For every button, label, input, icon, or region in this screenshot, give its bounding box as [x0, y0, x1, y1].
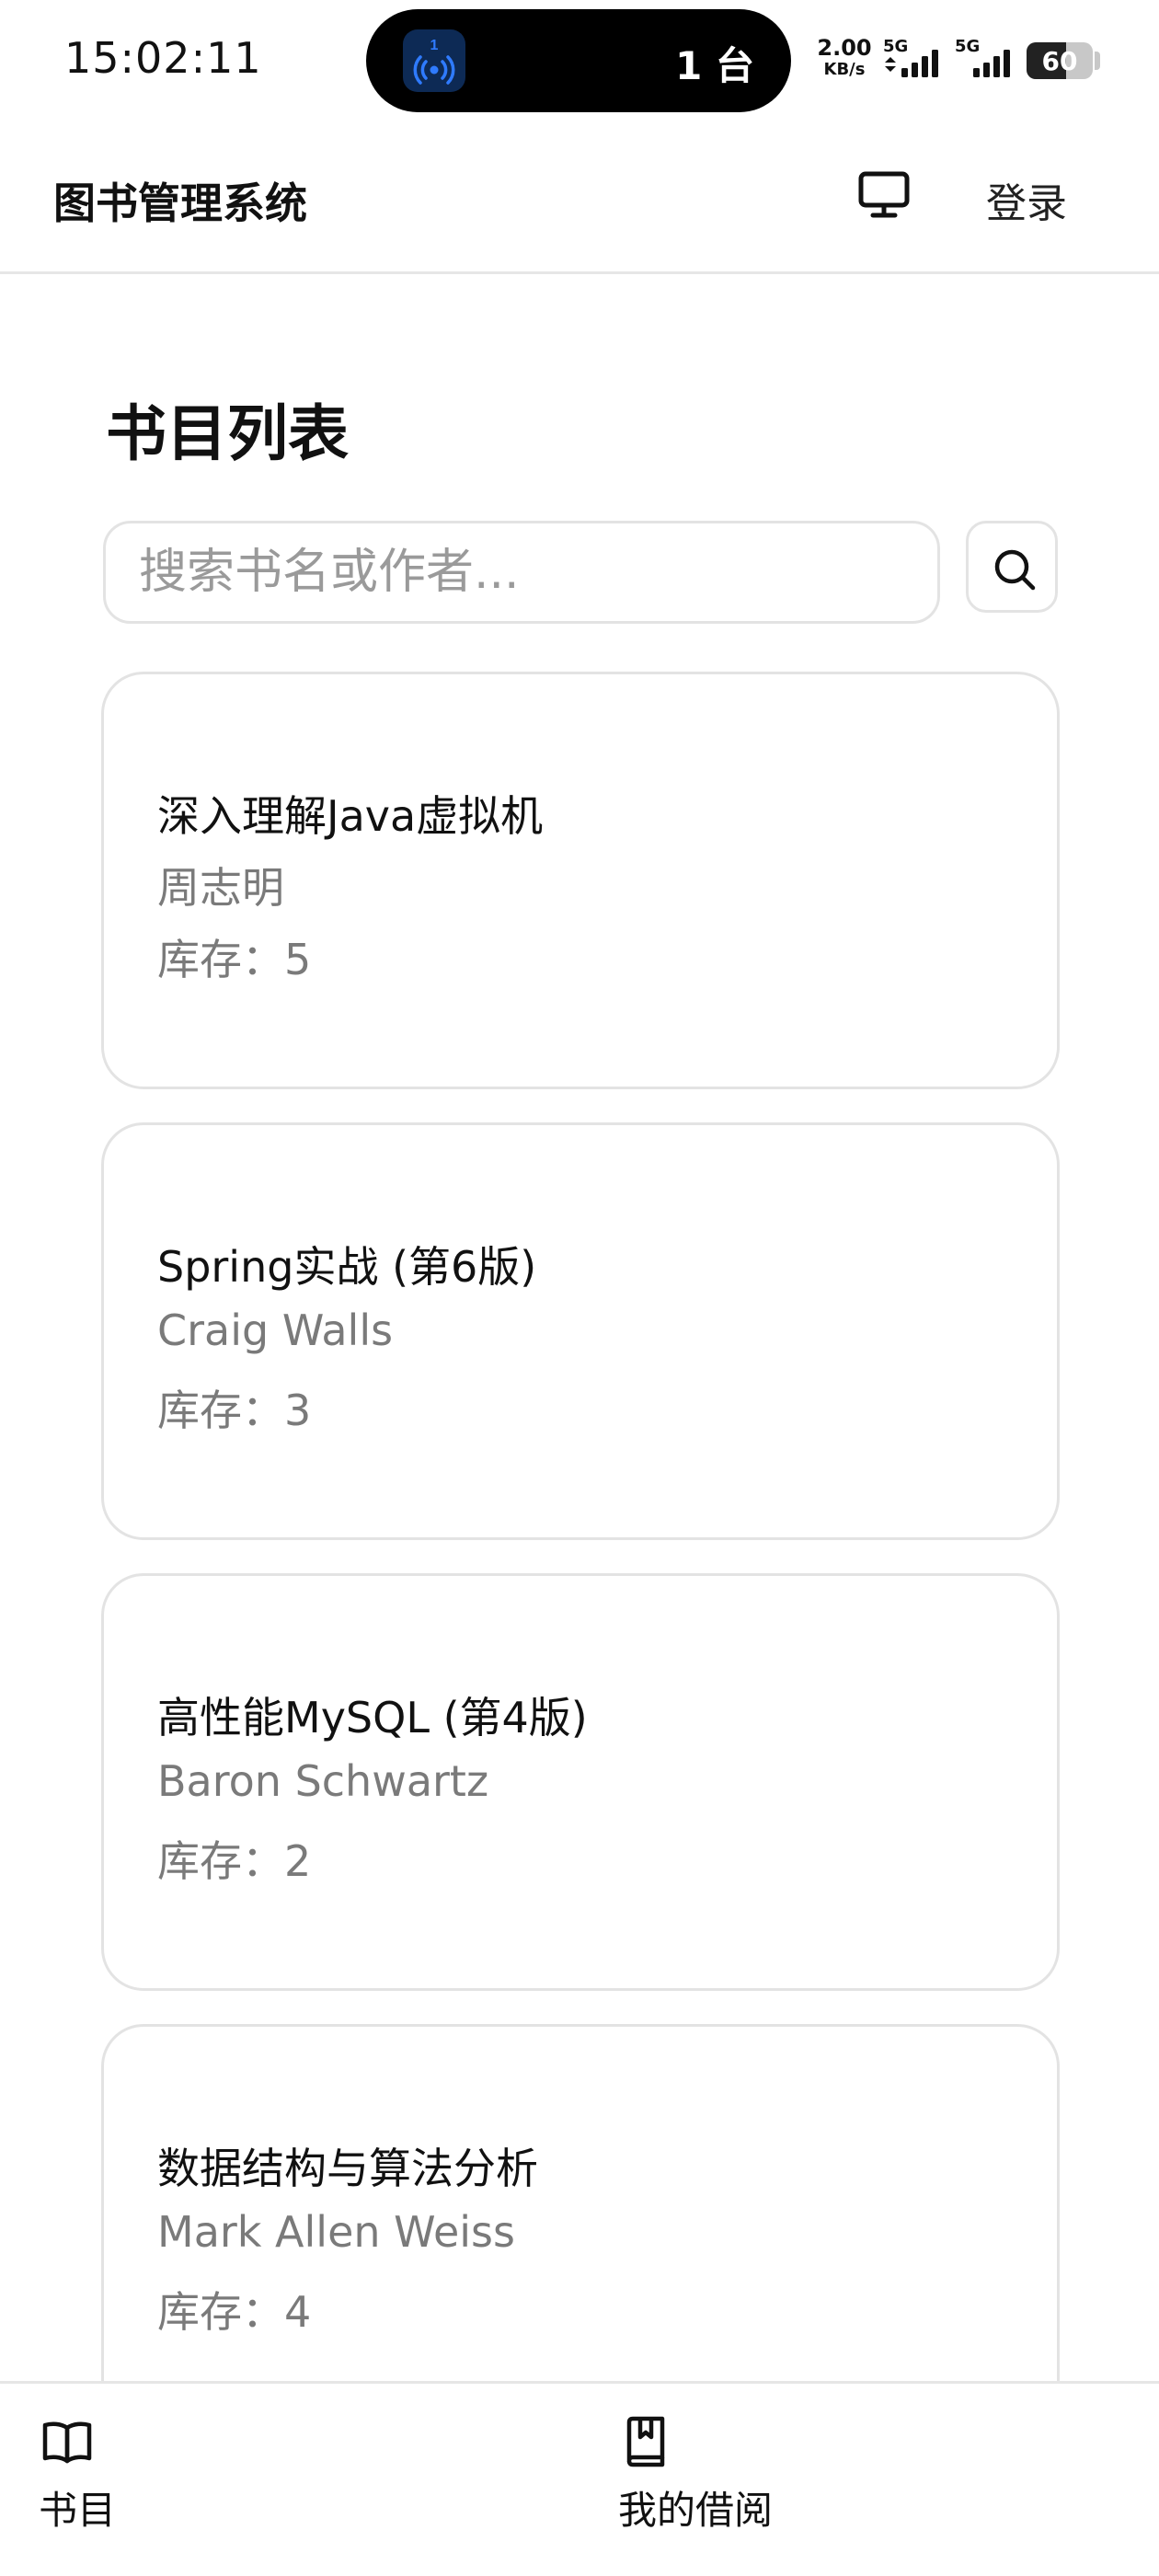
- page-title: 书目列表: [106, 398, 349, 469]
- signal-5g-1: 5G: [883, 37, 947, 85]
- book-card[interactable]: 高性能MySQL (第4版) Baron Schwartz 库存：2: [101, 1573, 1060, 1991]
- dynamic-island[interactable]: 1 1 台: [366, 9, 791, 112]
- book-stock: 库存：4: [157, 2287, 312, 2337]
- status-time: 15:02:11: [64, 33, 262, 83]
- signal-1-label: 5G: [883, 37, 909, 56]
- nav-my-borrows-label: 我的借阅: [618, 2488, 774, 2533]
- app-title: 图书管理系统: [53, 178, 307, 228]
- book-title: Spring实战 (第6版): [157, 1242, 537, 1292]
- nav-books-label: 书目: [39, 2488, 117, 2533]
- book-card[interactable]: Spring实战 (第6版) Craig Walls 库存：3: [101, 1122, 1060, 1540]
- battery-level: 60: [1041, 46, 1078, 76]
- book-stock: 库存：2: [157, 1836, 312, 1886]
- login-button[interactable]: 登录: [986, 170, 1067, 229]
- book-card[interactable]: 数据结构与算法分析 Mark Allen Weiss 库存：4: [101, 2024, 1060, 2383]
- island-app-badge: 1: [430, 38, 439, 53]
- book-title: 高性能MySQL (第4版): [157, 1693, 588, 1742]
- monitor-icon[interactable]: [852, 161, 916, 225]
- book-card[interactable]: 深入理解Java虚拟机 周志明 库存：5: [101, 672, 1060, 1089]
- bookmark-book-icon: [626, 2416, 665, 2467]
- book-author: Mark Allen Weiss: [157, 2207, 515, 2257]
- bottom-nav: 书目 我的借阅: [0, 2381, 1159, 2576]
- broadcast-app-icon[interactable]: 1: [403, 29, 465, 92]
- network-speed-unit: KB/s: [823, 60, 866, 79]
- search-icon: [994, 549, 1036, 591]
- nav-item-my-borrows[interactable]: 我的借阅: [618, 2415, 773, 2536]
- signal-2-label: 5G: [955, 37, 981, 56]
- battery-indicator: 60: [1027, 42, 1093, 79]
- book-stock: 库存：5: [157, 935, 312, 984]
- search-input[interactable]: [103, 521, 940, 624]
- nav-item-books[interactable]: 书目: [39, 2415, 116, 2536]
- book-author: Baron Schwartz: [157, 1756, 489, 1806]
- book-title: 深入理解Java虚拟机: [157, 791, 544, 841]
- search-button[interactable]: [966, 521, 1058, 613]
- status-bar: 15:02:11 1 1 台 2.00 KB/s 5G 5G 60: [0, 0, 1159, 124]
- app-header: 图书管理系统 登录: [0, 124, 1159, 274]
- book-author: Craig Walls: [157, 1305, 394, 1355]
- book-stock: 库存：3: [157, 1386, 312, 1435]
- book-list: 深入理解Java虚拟机 周志明 库存：5 Spring实战 (第6版) Crai…: [101, 672, 1060, 2383]
- book-title: 数据结构与算法分析: [157, 2144, 538, 2193]
- network-speed-value: 2.00: [817, 35, 872, 61]
- book-open-icon: [42, 2421, 92, 2464]
- signal-5g-2: 5G: [955, 37, 1019, 85]
- book-author: 周志明: [157, 863, 284, 913]
- battery-tip: [1095, 52, 1100, 70]
- island-device-count: 1 台: [675, 43, 754, 88]
- network-speed: 2.00 KB/s: [817, 37, 872, 78]
